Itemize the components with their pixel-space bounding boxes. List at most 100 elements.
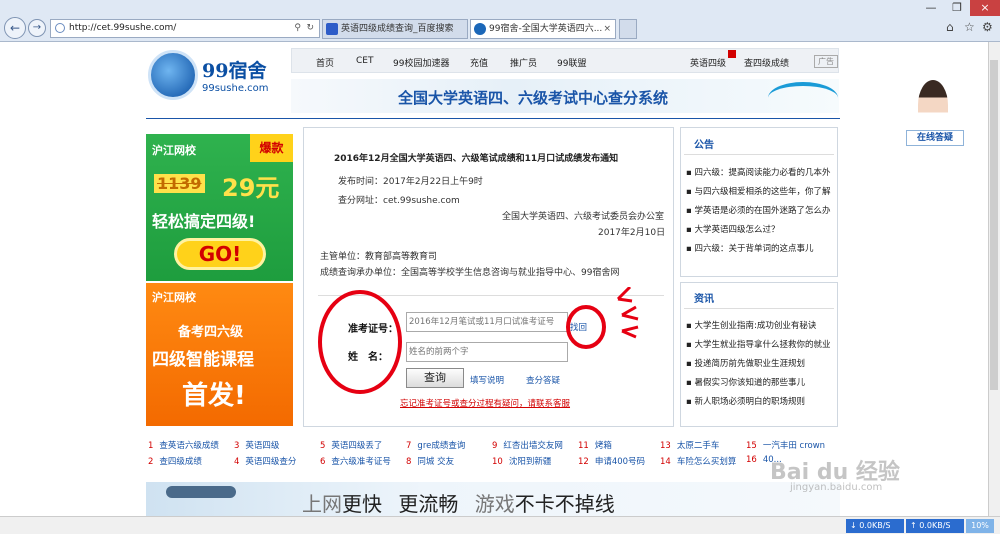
list-item[interactable]: ▪ 四六级：提高阅读能力必看的几本外	[686, 164, 830, 183]
notice-title: 2016年12月全国大学英语四、六级笔试成绩和11月口试成绩发布通知	[334, 154, 619, 164]
browser-toolbar: ← → http://cet.99sushe.com/ ⚲ ↻ 英语四级成绩查询…	[0, 0, 1000, 42]
refresh-icon[interactable]: ↻	[306, 20, 314, 37]
forward-button[interactable]: →	[28, 19, 46, 37]
list-item[interactable]: ▪ 投递简历前先做职业生涯规划	[686, 355, 830, 374]
sponsor: 主管单位：教育部高等教育司	[320, 252, 438, 262]
search-icon[interactable]: ⚲	[294, 20, 301, 37]
baidu-paw-icon	[326, 23, 338, 35]
list-item[interactable]: ▪ 大学生就业指导拿什么拯救你的就业	[686, 336, 830, 355]
bottom-link[interactable]: 4 英语四级查分	[234, 455, 296, 467]
bottom-link[interactable]: 7 gre成绩查询	[406, 439, 465, 451]
tab-label: 英语四级成绩查询_百度搜索	[341, 24, 454, 34]
bottom-link[interactable]: 2 查四级成绩	[148, 455, 202, 467]
watermark-url: jingyan.baidu.com	[790, 482, 883, 493]
link-check-cet4[interactable]: 查四级成绩	[744, 56, 789, 69]
favorites-star-icon[interactable]: ☆	[964, 20, 975, 34]
tab-baidu[interactable]: 英语四级成绩查询_百度搜索	[322, 19, 468, 39]
minimize-button[interactable]: —	[918, 0, 944, 16]
tab-label: 99宿舍-全国大学英语四六...	[489, 24, 603, 34]
ad-slogan: 轻松搞定四级!	[152, 212, 256, 231]
service-avatar[interactable]	[918, 80, 948, 130]
nav-home[interactable]: 首页	[316, 56, 334, 69]
banner-slogan: 上网更快 更流畅 游戏不卡不掉线	[302, 492, 615, 516]
scrollbar-thumb[interactable]	[990, 60, 998, 390]
url-text: http://cet.99sushe.com/	[69, 23, 177, 33]
nav-recharge[interactable]: 充值	[470, 56, 488, 69]
bottom-link[interactable]: 13 太原二手车	[660, 439, 719, 451]
annotation-arrow-mid	[621, 305, 639, 321]
accelerator-banner[interactable]: 上网更快 更流畅 游戏不卡不掉线	[146, 482, 840, 516]
hot-badge-icon	[728, 50, 736, 58]
bottom-link[interactable]: 8 同城 交友	[406, 455, 454, 467]
nav-cet[interactable]: CET	[356, 56, 373, 66]
bottom-link[interactable]: 9 红杏出墙交友网	[492, 439, 563, 451]
nav-promoter[interactable]: 推广员	[510, 56, 537, 69]
announce-divider	[684, 154, 834, 155]
bottom-link[interactable]: 1 查英语六级成绩	[148, 439, 219, 451]
list-item[interactable]: ▪ 四六级：关于背单词的这点事儿	[686, 240, 830, 259]
web-page: 99宿舍 99sushe.com 首页 CET 99校园加速器 充值 推广员 9…	[0, 42, 994, 516]
nav-accelerator[interactable]: 99校园加速器	[393, 56, 449, 69]
news-title: 资讯	[694, 294, 714, 305]
restore-button[interactable]: ❐	[944, 0, 970, 16]
announce-list: ▪ 四六级：提高阅读能力必看的几本外 ▪ 与四六级相爱相杀的这些年，你了解 ▪ …	[686, 164, 830, 259]
ad-new-price: 29元	[222, 174, 280, 202]
issue-date: 2017年2月10日	[598, 228, 666, 238]
download-speed: ↓ 0.0KB/S	[846, 519, 904, 533]
cpu-percent: 10%	[966, 519, 994, 533]
banner-title: 全国大学英语四、六级考试中心查分系统	[398, 89, 669, 107]
status-bar: ↓ 0.0KB/S ↑ 0.0KB/S 10%	[0, 516, 1000, 534]
news-list: ▪ 大学生创业指南:成功创业有秘诀 ▪ 大学生就业指导拿什么拯救你的就业 ▪ 投…	[686, 317, 830, 412]
bottom-link[interactable]: 6 查六级准考证号	[320, 455, 391, 467]
site-logo-icon[interactable]	[148, 50, 198, 100]
ad-line3: 首发!	[182, 381, 246, 411]
bottom-link[interactable]: 10 沈阳到新疆	[492, 455, 551, 467]
online-service-button[interactable]: 在线答疑	[906, 130, 964, 146]
query-site: 查分网址：cet.99sushe.com	[338, 196, 460, 206]
list-item[interactable]: ▪ 大学英语四级怎么过？	[686, 221, 830, 240]
ad-badge: 爆款	[250, 134, 293, 162]
site-logo-text[interactable]: 99宿舍	[202, 56, 266, 83]
annotation-circle-labels	[318, 290, 402, 394]
ad-brand: 沪江网校	[152, 144, 196, 157]
banner-arc-decoration	[768, 82, 838, 114]
upload-speed: ↑ 0.0KB/S	[906, 519, 964, 533]
issuing-office: 全国大学英语四、六级考试委员会办公室	[502, 212, 665, 222]
list-item[interactable]: ▪ 学英语是必须的在国外迷路了怎么办	[686, 202, 830, 221]
header-divider	[146, 118, 840, 119]
list-item[interactable]: ▪ 大学生创业指南:成功创业有秘诀	[686, 317, 830, 336]
ad-hujiang-2[interactable]: 沪江网校 备考四六级 四级智能课程 首发!	[146, 283, 293, 426]
globe-icon	[55, 23, 65, 33]
bottom-link[interactable]: 15 一汽丰田 crown	[746, 439, 825, 451]
list-item[interactable]: ▪ 暑假实习你该知道的那些事儿	[686, 374, 830, 393]
close-window-button[interactable]: ×	[970, 0, 1000, 16]
address-bar[interactable]: http://cet.99sushe.com/ ⚲ ↻	[50, 19, 320, 38]
ad-go-button[interactable]: GO!	[174, 238, 266, 270]
annotation-circle-find	[566, 305, 606, 349]
ad-line1: 备考四六级	[178, 325, 244, 340]
new-tab-button[interactable]	[619, 19, 637, 39]
tab-99sushe[interactable]: 99宿舍-全国大学英语四六... ×	[470, 19, 616, 39]
ad-hujiang-1[interactable]: 沪江网校 爆款 1139 29元 轻松搞定四级! GO!	[146, 134, 293, 281]
bottom-link[interactable]: 14 车险怎么买划算	[660, 455, 736, 467]
99sushe-favicon	[474, 23, 486, 35]
list-item[interactable]: ▪ 与四六级相爱相杀的这些年，你了解	[686, 183, 830, 202]
back-button[interactable]: ←	[4, 17, 26, 39]
close-tab-icon[interactable]: ×	[603, 20, 611, 38]
announce-title: 公告	[694, 140, 714, 151]
bottom-link[interactable]: 12 申请400号码	[578, 455, 645, 467]
home-icon[interactable]: ⌂	[946, 20, 954, 34]
bottom-link[interactable]: 3 英语四级	[234, 439, 279, 451]
gear-icon[interactable]: ⚙	[982, 20, 993, 34]
bottom-link[interactable]: 5 英语四级丢了	[320, 439, 382, 451]
red-annotation-overlay	[318, 287, 639, 394]
nav-99union[interactable]: 99联盟	[557, 56, 586, 69]
bottom-links: 1 查英语六级成绩 3 英语四级 5 英语四级丢了 7 gre成绩查询 9 红杏出墙交友网…	[146, 432, 840, 472]
ad-tag: 广告	[814, 55, 838, 68]
annotation-arrow-top	[616, 287, 633, 303]
bottom-link[interactable]: 11 烤箱	[578, 439, 612, 451]
ad-old-price: 1139	[154, 174, 205, 193]
forgot-id-link[interactable]: 忘记准考证号或查分过程有疑问，请联系客服	[400, 397, 570, 409]
list-item[interactable]: ▪ 新人职场必须明白的职场规则	[686, 393, 830, 412]
link-cet4[interactable]: 英语四级	[690, 56, 726, 69]
